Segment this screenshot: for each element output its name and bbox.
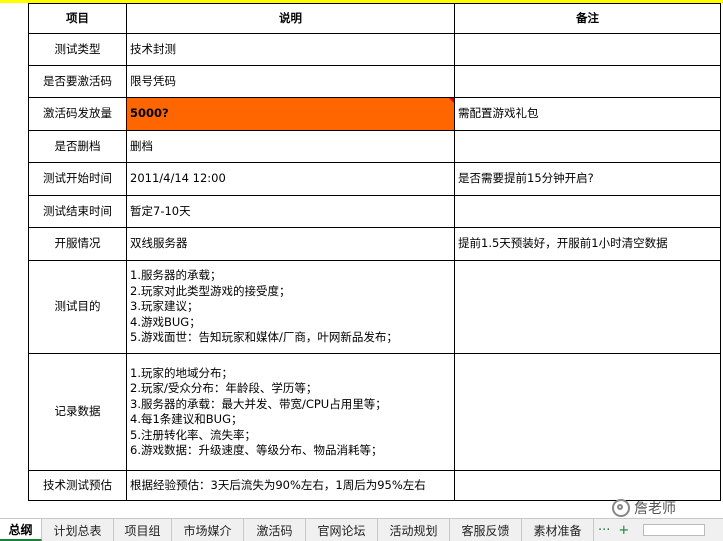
table-row: 测试目的 1.服务器的承载； 2.玩家对此类型游戏的接受度； 3.玩家建议； 4.游戏B… — [28, 260, 721, 354]
table-row: 是否要激活码 限号凭码 — [28, 65, 721, 98]
cell-item[interactable]: 测试目的 — [28, 260, 127, 354]
cell-desc-line: 技术封测 — [130, 41, 176, 56]
cell-note[interactable]: 需配置游戏礼包 — [454, 97, 721, 131]
cell-note[interactable] — [454, 260, 721, 354]
sheet-tab-bar: 总纲 计划总表 项目组 市场媒介 激活码 官网论坛 活动规划 客服反馈 素材准备 ··· + — [0, 518, 723, 541]
table-row: 测试结束时间 暂定7-10天 — [28, 195, 721, 228]
cell-note[interactable]: 是否需要提前15分钟开启? — [454, 162, 721, 196]
table-row: 开服情况 双线服务器 提前1.5天预装好，开服前1小时清空数据 — [28, 227, 721, 261]
sheet-tab[interactable]: 市场媒介 — [172, 519, 244, 541]
cell-desc[interactable]: 技术封测 — [126, 33, 455, 66]
cell-item[interactable]: 是否要激活码 — [28, 65, 127, 98]
more-tabs-icon[interactable]: ··· — [594, 519, 614, 541]
sheet-tab[interactable]: 官网论坛 — [306, 519, 378, 541]
cell-desc-line: 4.游戏BUG； — [130, 314, 201, 329]
table-row: 激活码发放量 5000? 需配置游戏礼包 — [28, 97, 721, 131]
cell-desc-line: 限号凭码 — [130, 73, 176, 88]
table-row: 测试开始时间 2011/4/14 12:00 是否需要提前15分钟开启? — [28, 162, 721, 196]
cell-desc-line: 6.游戏数据：升级速度、等级分布、物品消耗等； — [130, 443, 383, 457]
cell-desc-line: 1.玩家的地域分布； — [130, 365, 233, 380]
cell-desc[interactable]: 双线服务器 — [126, 227, 455, 261]
plan-table: 项目 说明 备注 测试类型 技术封测 是否要激活码 限号凭码 激活码发放量 5000? 需配… — [28, 3, 721, 501]
header-note[interactable]: 备注 — [454, 3, 721, 34]
spreadsheet-sheet: 项目 说明 备注 测试类型 技术封测 是否要激活码 限号凭码 激活码发放量 5000? 需配… — [0, 0, 723, 518]
cell-desc[interactable]: 1.玩家的地域分布； 2.玩家/受众分布：年龄段、学历等； 3.服务器的承载：最大并… — [126, 353, 455, 471]
cell-note[interactable] — [454, 33, 721, 66]
cell-note[interactable] — [454, 353, 721, 471]
cell-desc-line: 3.服务器的承载：最大并发、带宽/CPU占用里等； — [130, 396, 387, 411]
watermark: 詹老师 — [612, 496, 676, 518]
cell-desc-line: 2011/4/14 12:00 — [130, 171, 226, 186]
cell-desc[interactable]: 2011/4/14 12:00 — [126, 162, 455, 196]
cell-desc-line: 2.玩家对此类型游戏的接受度； — [130, 283, 291, 298]
wechat-logo-icon — [612, 499, 630, 517]
cell-desc-line: 4.每1条建议和BUG； — [130, 412, 243, 426]
cell-item[interactable]: 开服情况 — [28, 227, 127, 261]
cell-item[interactable]: 是否删档 — [28, 130, 127, 163]
cell-note[interactable] — [454, 470, 721, 501]
cell-desc-line: 1.服务器的承载； — [130, 268, 222, 283]
cell-item[interactable]: 记录数据 — [28, 353, 127, 471]
cell-item[interactable]: 技术测试预估 — [28, 470, 127, 501]
sheet-tab[interactable]: 客服反馈 — [450, 519, 522, 541]
cell-note[interactable]: 提前1.5天预装好，开服前1小时清空数据 — [454, 227, 721, 261]
cell-desc[interactable]: 5000? — [126, 97, 455, 131]
cell-desc-line: 删档 — [130, 138, 153, 153]
cell-desc-line: 双线服务器 — [130, 236, 188, 251]
watermark-text: 詹老师 — [634, 501, 676, 517]
add-sheet-button[interactable]: + — [614, 519, 633, 541]
cell-desc[interactable]: 删档 — [126, 130, 455, 163]
cell-desc[interactable]: 暂定7-10天 — [126, 195, 455, 228]
table-row: 是否删档 删档 — [28, 130, 721, 163]
cell-item[interactable]: 测试开始时间 — [28, 162, 127, 196]
scrollbar-thumb[interactable] — [643, 524, 706, 536]
cell-item[interactable]: 测试类型 — [28, 33, 127, 66]
cell-desc-line: 暂定7-10天 — [130, 203, 191, 218]
sheet-tab[interactable]: 激活码 — [244, 519, 306, 541]
cell-desc-line: 5.注册转化率、流失率； — [130, 427, 256, 442]
header-desc[interactable]: 说明 — [126, 3, 455, 34]
cell-note[interactable] — [454, 65, 721, 98]
header-row: 项目 说明 备注 — [28, 3, 721, 34]
cell-desc-line: 根据经验预估：3天后流失为90%左右，1周后为95%左右 — [130, 477, 426, 492]
cell-item[interactable]: 激活码发放量 — [28, 97, 127, 131]
cell-desc-line: 5000? — [130, 106, 169, 121]
table-row: 测试类型 技术封测 — [28, 33, 721, 66]
cell-note[interactable] — [454, 130, 721, 163]
sheet-tab[interactable]: 总纲 — [0, 519, 42, 541]
cell-note[interactable] — [454, 195, 721, 228]
cell-item[interactable]: 测试结束时间 — [28, 195, 127, 228]
sheet-tab[interactable]: 素材准备 — [522, 519, 594, 541]
sheet-tab[interactable]: 计划总表 — [42, 519, 114, 541]
cell-desc-line: 3.玩家建议； — [130, 299, 199, 314]
cell-desc-line: 5.游戏面世：告知玩家和媒体/厂商，叶网新品发布； — [130, 330, 398, 345]
horizontal-scrollbar[interactable] — [633, 519, 723, 541]
header-item[interactable]: 项目 — [28, 3, 127, 34]
sheet-tab[interactable]: 项目组 — [114, 519, 172, 541]
sheet-tab[interactable]: 活动规划 — [378, 519, 450, 541]
cell-desc-line: 2.玩家/受众分布：年龄段、学历等； — [130, 381, 318, 395]
cell-desc[interactable]: 根据经验预估：3天后流失为90%左右，1周后为95%左右 — [126, 470, 455, 501]
cell-desc[interactable]: 限号凭码 — [126, 65, 455, 98]
cell-desc[interactable]: 1.服务器的承载； 2.玩家对此类型游戏的接受度； 3.玩家建议； 4.游戏BUG； 5… — [126, 260, 455, 354]
table-row: 记录数据 1.玩家的地域分布； 2.玩家/受众分布：年龄段、学历等； 3.服务器的承载… — [28, 353, 721, 471]
